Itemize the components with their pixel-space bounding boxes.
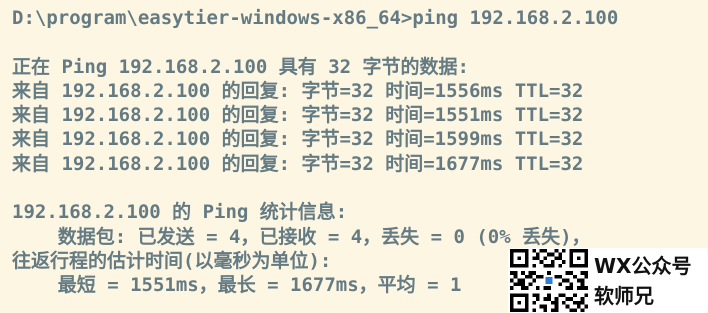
terminal-line-reply-3: 来自 192.168.2.100 的回复: 字节=32 时间=1599ms TT… <box>12 128 584 151</box>
watermark-text: WX公众号 软师兄 <box>594 251 691 311</box>
qr-code-icon <box>510 249 588 312</box>
watermark-line-2: 软师兄 <box>594 283 654 308</box>
terminal-window[interactable]: D:\program\easytier-windows-x86_64>ping … <box>0 0 708 313</box>
terminal-line-reply-2: 来自 192.168.2.100 的回复: 字节=32 时间=1551ms TT… <box>12 104 584 127</box>
watermark-badge: WX公众号 软师兄 <box>508 248 708 313</box>
terminal-line-reply-1: 来自 192.168.2.100 的回复: 字节=32 时间=1556ms TT… <box>12 79 584 102</box>
terminal-line-ping-header: 正在 Ping 192.168.2.100 具有 32 字节的数据: <box>12 55 469 78</box>
terminal-line-reply-4: 来自 192.168.2.100 的回复: 字节=32 时间=1677ms TT… <box>12 152 584 175</box>
terminal-line-packets: 数据包: 已发送 = 4，已接收 = 4，丢失 = 0 (0% 丢失)， <box>12 225 591 248</box>
watermark-line-1: WX公众号 <box>594 253 692 278</box>
terminal-line-stats-title: 192.168.2.100 的 Ping 统计信息: <box>12 201 348 224</box>
terminal-line-command: D:\program\easytier-windows-x86_64>ping … <box>12 7 619 29</box>
